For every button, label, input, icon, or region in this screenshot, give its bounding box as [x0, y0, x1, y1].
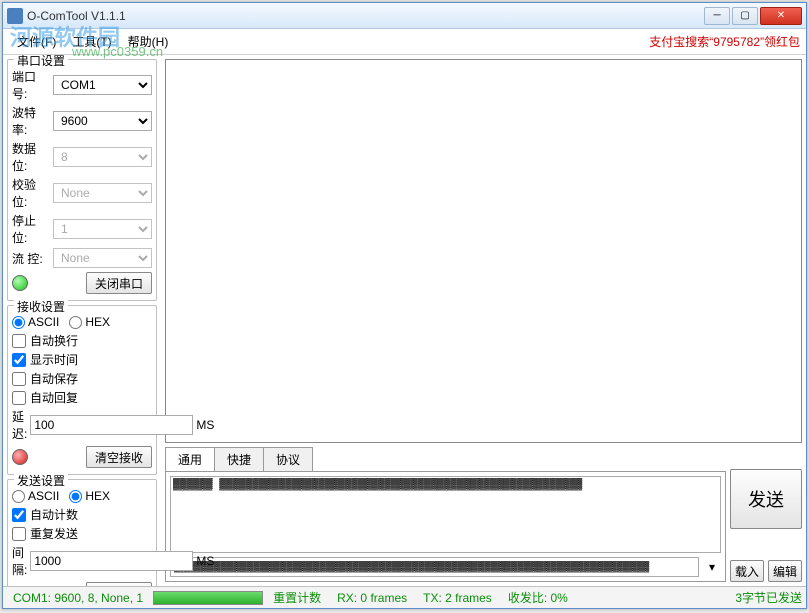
status-sent-bytes: 3字节已发送 [735, 589, 802, 606]
window-title: O-ComTool V1.1.1 [27, 9, 702, 23]
tx-repeat-checkbox[interactable]: 重复发送 [12, 525, 152, 542]
rx-group-title: 接收设置 [14, 298, 68, 315]
tab-general[interactable]: 通用 [165, 447, 215, 471]
rx-settings-group: 接收设置 ASCII HEX 自动换行 显示时间 自动保存 自动回复 延迟:MS… [7, 305, 157, 475]
rx-wrap-checkbox[interactable]: 自动换行 [12, 332, 152, 349]
statusbar: COM1: 9600, 8, None, 1 重置计数 RX: 0 frames… [3, 586, 806, 608]
baud-label: 波特率: [12, 104, 50, 138]
tx-panel: 通用 快捷 协议 ▓▓▓▓▓▓ ▓▓▓▓▓▓▓▓▓▓▓▓▓▓▓▓▓▓▓▓▓▓▓▓… [165, 447, 802, 582]
flow-label: 流 控: [12, 250, 50, 267]
tab-proto[interactable]: 协议 [263, 447, 313, 471]
baud-select[interactable]: 9600 [53, 111, 152, 131]
close-button[interactable]: ✕ [760, 7, 802, 25]
tx-count-checkbox[interactable]: 自动计数 [12, 506, 152, 523]
send-button[interactable]: 发送 [730, 469, 802, 529]
close-port-button[interactable]: 关闭串口 [86, 272, 152, 294]
minimize-button[interactable]: ─ [704, 7, 730, 25]
main-panel: 通用 快捷 协议 ▓▓▓▓▓▓ ▓▓▓▓▓▓▓▓▓▓▓▓▓▓▓▓▓▓▓▓▓▓▓▓… [161, 55, 806, 586]
stop-select[interactable]: 1 [53, 219, 152, 239]
tx-group-title: 发送设置 [14, 472, 68, 489]
rx-save-checkbox[interactable]: 自动保存 [12, 370, 152, 387]
sidebar: 串口设置 端口号:COM1 波特率:9600 数据位:8 校验位:None 停止… [3, 55, 161, 586]
titlebar: O-ComTool V1.1.1 ─ ▢ ✕ [3, 3, 806, 29]
parity-select[interactable]: None [53, 183, 152, 203]
app-window: O-ComTool V1.1.1 ─ ▢ ✕ 文件(F) 工具(T) 帮助(H)… [2, 2, 807, 609]
promo-text: 支付宝搜索“9795782”领红包 [649, 33, 800, 50]
tx-ascii-radio[interactable]: ASCII [12, 489, 59, 503]
status-rx-count: RX: 0 frames [331, 591, 413, 605]
status-com-info: COM1: 9600, 8, None, 1 [7, 591, 149, 605]
clear-rx-button[interactable]: 清空接收 [86, 446, 152, 468]
rx-textarea[interactable] [165, 59, 802, 443]
tx-interval-unit: MS [196, 554, 214, 568]
data-select[interactable]: 8 [53, 147, 152, 167]
status-tx-count: TX: 2 frames [417, 591, 498, 605]
maximize-button[interactable]: ▢ [732, 7, 758, 25]
data-label: 数据位: [12, 140, 50, 174]
reset-count-link[interactable]: 重置计数 [267, 589, 327, 606]
dropdown-arrow-icon[interactable]: ▾ [703, 560, 721, 574]
tx-interval-input[interactable] [30, 551, 193, 571]
tx-textarea[interactable]: ▓▓▓▓▓▓ ▓▓▓▓▓▓▓▓▓▓▓▓▓▓▓▓▓▓▓▓▓▓▓▓▓▓▓▓▓▓▓▓▓… [170, 476, 721, 553]
edit-button[interactable]: 编辑 [768, 560, 802, 582]
tab-quick[interactable]: 快捷 [214, 447, 264, 471]
rx-delay-input[interactable] [30, 415, 193, 435]
rx-ascii-radio[interactable]: ASCII [12, 315, 59, 329]
port-select[interactable]: COM1 [53, 75, 152, 95]
rx-time-checkbox[interactable]: 显示时间 [12, 351, 152, 368]
rx-reply-checkbox[interactable]: 自动回复 [12, 389, 152, 406]
port-group-title: 串口设置 [14, 55, 68, 69]
status-progress [153, 591, 263, 605]
port-label: 端口号: [12, 68, 50, 102]
menubar: 文件(F) 工具(T) 帮助(H) 支付宝搜索“9795782”领红包 [3, 29, 806, 55]
tx-line-input[interactable] [170, 557, 699, 577]
port-settings-group: 串口设置 端口号:COM1 波特率:9600 数据位:8 校验位:None 停止… [7, 59, 157, 301]
rx-status-led [12, 449, 28, 465]
menu-tool[interactable]: 工具(T) [64, 30, 119, 53]
menu-file[interactable]: 文件(F) [9, 30, 64, 53]
flow-select[interactable]: None [53, 248, 152, 268]
app-icon [7, 8, 23, 24]
port-status-led [12, 275, 28, 291]
rx-delay-label: 延迟: [12, 408, 27, 442]
tx-tabs: 通用 快捷 协议 [165, 447, 726, 471]
tx-settings-group: 发送设置 ASCII HEX 自动计数 重复发送 间隔:MS 清除发送 [7, 479, 157, 586]
status-ratio: 收发比: 0% [502, 589, 574, 606]
rx-delay-unit: MS [196, 418, 214, 432]
stop-label: 停止位: [12, 212, 50, 246]
rx-hex-radio[interactable]: HEX [69, 315, 110, 329]
tx-interval-label: 间隔: [12, 544, 27, 578]
menu-help[interactable]: 帮助(H) [120, 30, 177, 53]
tx-hex-radio[interactable]: HEX [69, 489, 110, 503]
parity-label: 校验位: [12, 176, 50, 210]
clear-tx-button[interactable]: 清除发送 [86, 582, 152, 586]
load-button[interactable]: 载入 [730, 560, 764, 582]
